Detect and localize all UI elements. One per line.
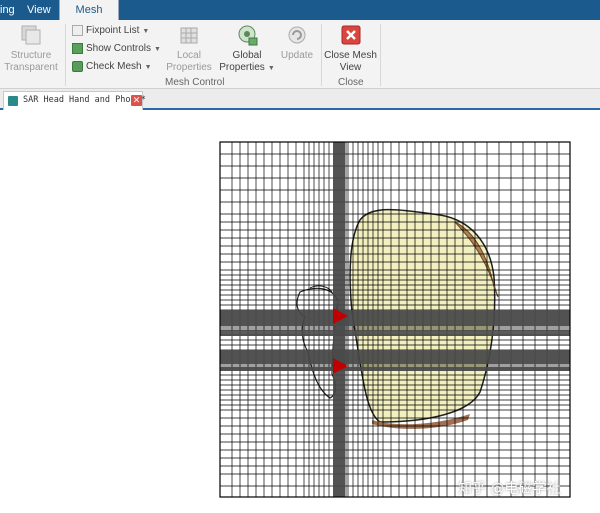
- gear-mesh-icon: [238, 25, 258, 46]
- cube-icon: [21, 25, 41, 45]
- tab-view[interactable]: View: [27, 0, 53, 20]
- chevron-down-icon: ▼: [144, 64, 152, 71]
- close-icon: [341, 25, 360, 45]
- list-icon: [72, 24, 83, 36]
- document-tab[interactable]: SAR Head Hand and Phone* ✕: [3, 91, 146, 110]
- fixpoint-list-button[interactable]: Fixpoint List ▼: [72, 23, 149, 39]
- close-mesh-view-button[interactable]: Close Mesh View: [323, 23, 378, 74]
- structure-transparent-label-2: Transparent: [4, 62, 58, 73]
- check-mesh-label: Check Mesh: [86, 61, 142, 72]
- mesh-grid: [219, 141, 571, 498]
- show-controls-icon: [72, 42, 83, 54]
- show-controls-label: Show Controls: [86, 43, 152, 54]
- check-mesh-icon: [72, 60, 83, 72]
- local-properties-button[interactable]: Local Properties: [163, 23, 215, 74]
- chevron-down-icon: ▼: [154, 46, 161, 53]
- update-button[interactable]: Update: [278, 23, 316, 62]
- separator: [65, 24, 66, 86]
- ribbon-tab-bar: ing View Mesh: [0, 0, 600, 21]
- dense-band-horizontal: [220, 350, 570, 364]
- close-mesh-view-label-1: Close Mesh: [324, 50, 377, 61]
- document-tab-bar: SAR Head Hand and Phone* ✕: [0, 89, 600, 110]
- mesh-cube-icon: [180, 27, 198, 44]
- show-controls-button[interactable]: Show Controls ▼: [72, 41, 161, 57]
- chevron-down-icon: ▼: [267, 65, 275, 72]
- watermark: 知乎 @电磁学社: [458, 481, 561, 497]
- project-icon: [8, 96, 18, 106]
- chevron-down-icon: ▼: [142, 28, 150, 35]
- separator: [321, 24, 322, 86]
- local-properties-label-1: Local: [177, 50, 201, 61]
- separator: [380, 24, 381, 86]
- global-properties-button[interactable]: Global Properties ▼: [218, 23, 276, 75]
- mesh-control-group-label: Mesh Control: [165, 77, 225, 88]
- ribbon: Structure Transparent Fixpoint List ▼ Sho…: [0, 20, 600, 89]
- tab-mesh[interactable]: Mesh: [59, 0, 119, 21]
- dense-band-horizontal: [220, 330, 570, 336]
- tab-partial[interactable]: ing: [0, 0, 22, 20]
- refresh-mesh-icon: [288, 26, 306, 44]
- document-title: SAR Head Hand and Phone*: [23, 95, 146, 105]
- local-properties-label-2: Properties: [166, 62, 212, 73]
- update-label: Update: [280, 50, 314, 61]
- structure-transparent-label-1: Structure: [10, 50, 52, 61]
- dense-band-horizontal: [220, 310, 570, 326]
- close-tab-icon[interactable]: ✕: [131, 95, 142, 106]
- close-mesh-view-label-2: View: [339, 62, 362, 73]
- check-mesh-button[interactable]: Check Mesh ▼: [72, 59, 152, 75]
- close-group-label: Close: [338, 77, 364, 88]
- mesh-view[interactable]: [0, 112, 600, 513]
- structure-transparent-button[interactable]: Structure Transparent: [2, 23, 60, 74]
- fixpoint-list-label: Fixpoint List: [86, 25, 140, 36]
- dense-band-horizontal: [220, 367, 570, 371]
- global-properties-label-2: Properties: [219, 62, 265, 73]
- global-properties-label-1: Global: [232, 50, 262, 61]
- mesh-view-canvas[interactable]: [0, 112, 600, 513]
